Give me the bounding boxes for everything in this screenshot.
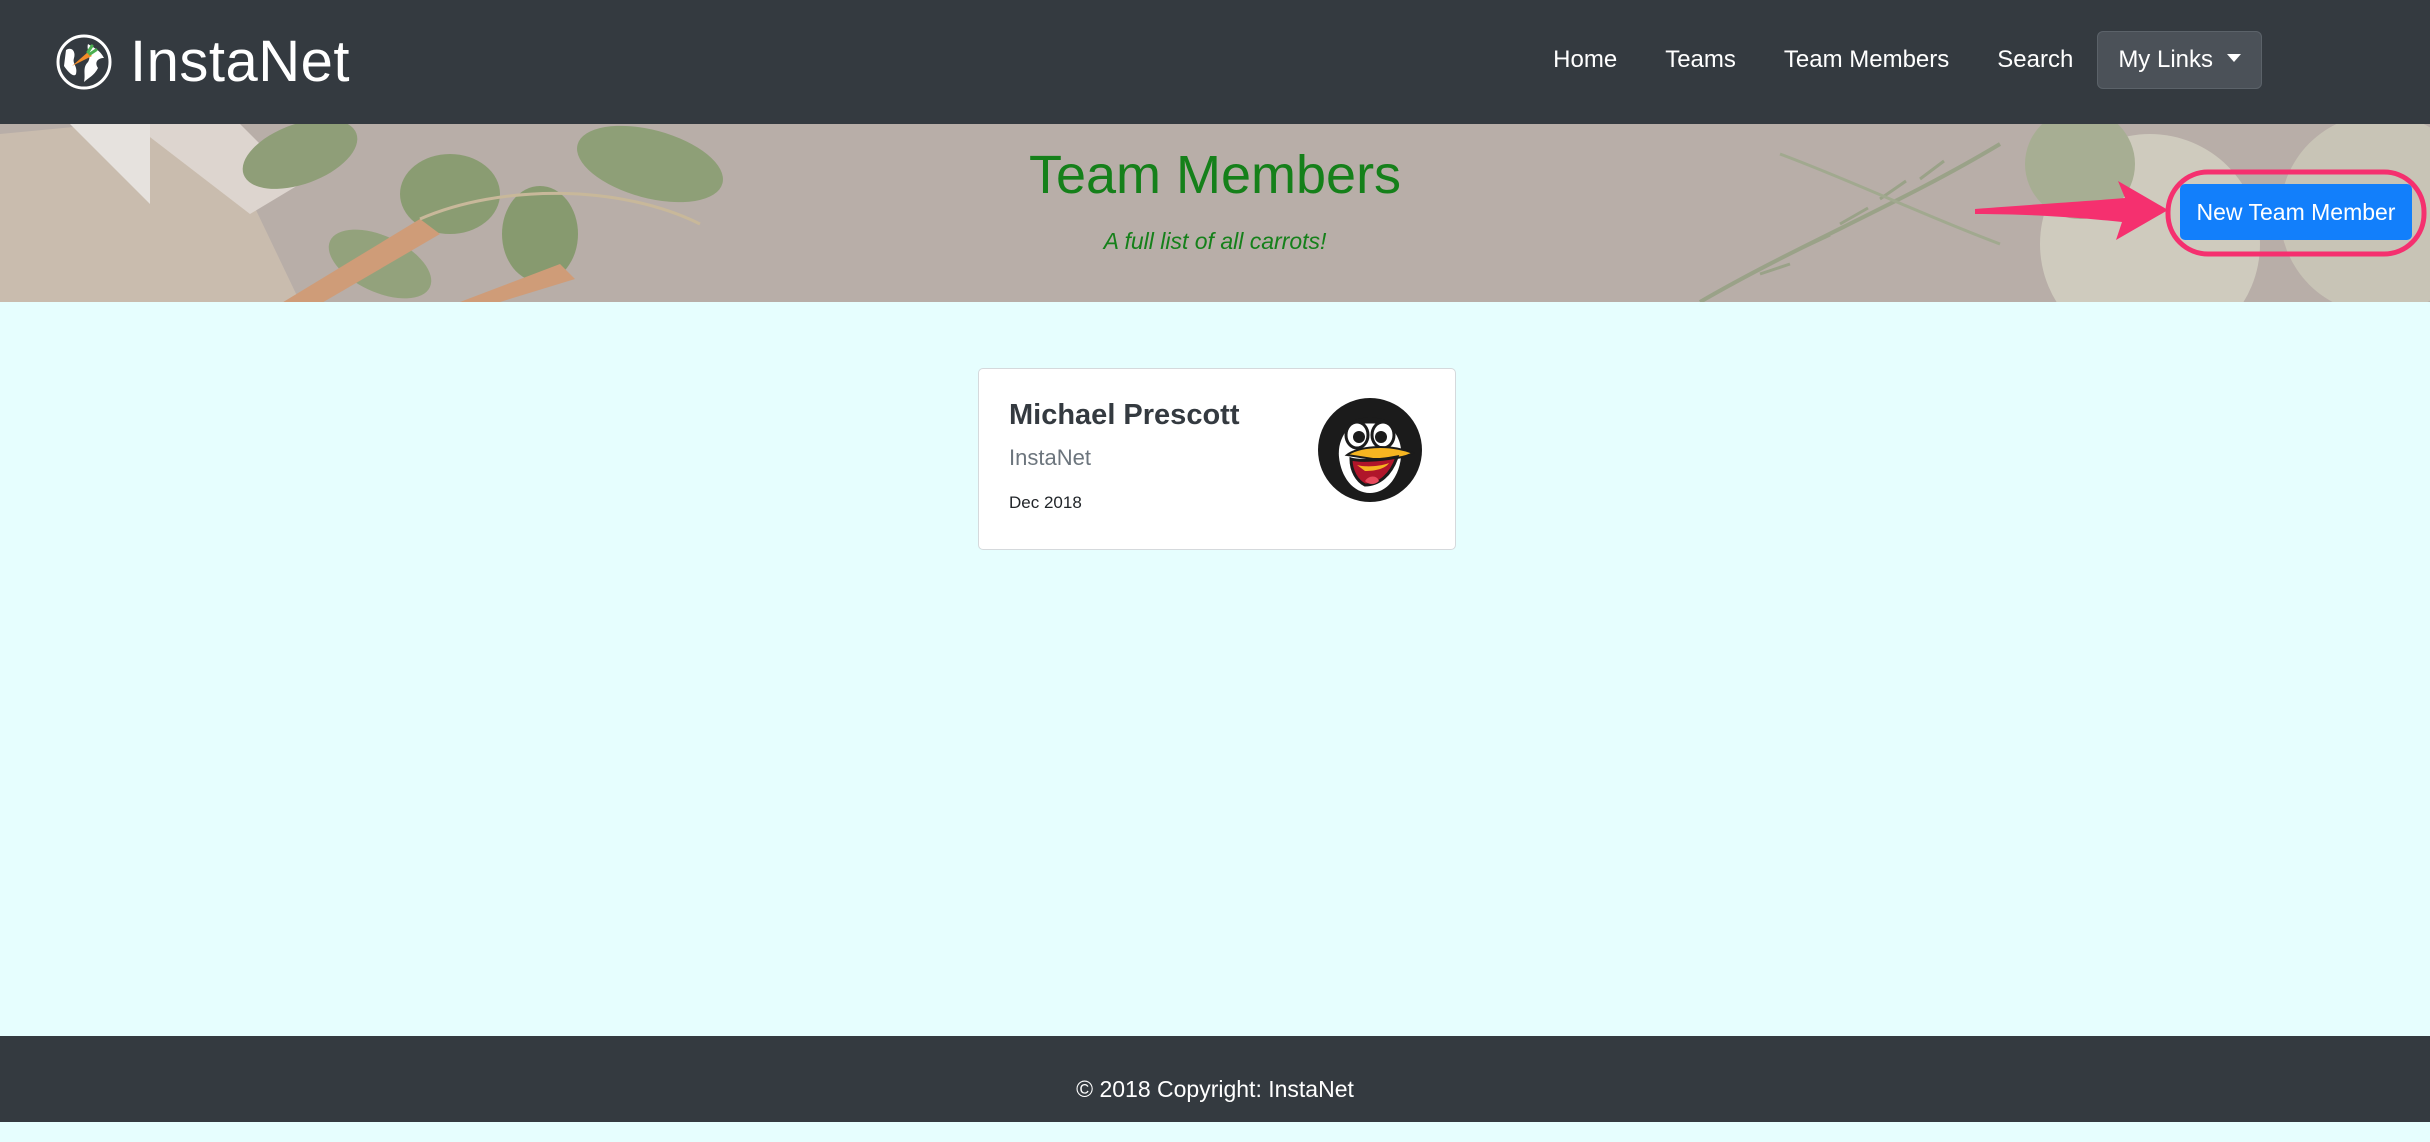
nav-link-home[interactable]: Home (1529, 46, 1641, 74)
caret-down-icon (2227, 54, 2241, 62)
page-footer: © 2018 Copyright: InstaNet (0, 1036, 2430, 1122)
my-links-label: My Links (2118, 46, 2213, 73)
my-links-dropdown[interactable]: My Links (2097, 31, 2262, 89)
hero-banner: Team Members A full list of all carrots! (0, 124, 2430, 302)
member-team: InstaNet (1009, 445, 1091, 470)
nav-link-team-members[interactable]: Team Members (1760, 46, 1973, 74)
nav-links: Home Teams Team Members Search My Links (1529, 31, 2262, 89)
member-date: Dec 2018 (1009, 493, 1082, 512)
page-title: Team Members (1028, 145, 1402, 205)
nav-link-teams[interactable]: Teams (1641, 46, 1760, 74)
nav-link-search[interactable]: Search (1973, 46, 2097, 74)
globe-carrot-logo-icon (56, 34, 112, 90)
page-subtitle: A full list of all carrots! (1103, 228, 1327, 254)
brand-link[interactable]: InstaNet (54, 22, 350, 102)
member-name: Michael Prescott (1009, 399, 1240, 431)
new-team-member-button[interactable]: New Team Member (2180, 184, 2412, 240)
team-member-card[interactable]: Michael Prescott InstaNet Dec 2018 (978, 368, 1456, 550)
top-navbar: InstaNet Home Teams Team Members Search … (0, 0, 2430, 124)
penguin-avatar-icon (1318, 398, 1422, 502)
footer-copyright: © 2018 Copyright: InstaNet (1076, 1076, 1354, 1102)
brand-name: InstaNet (130, 29, 350, 94)
